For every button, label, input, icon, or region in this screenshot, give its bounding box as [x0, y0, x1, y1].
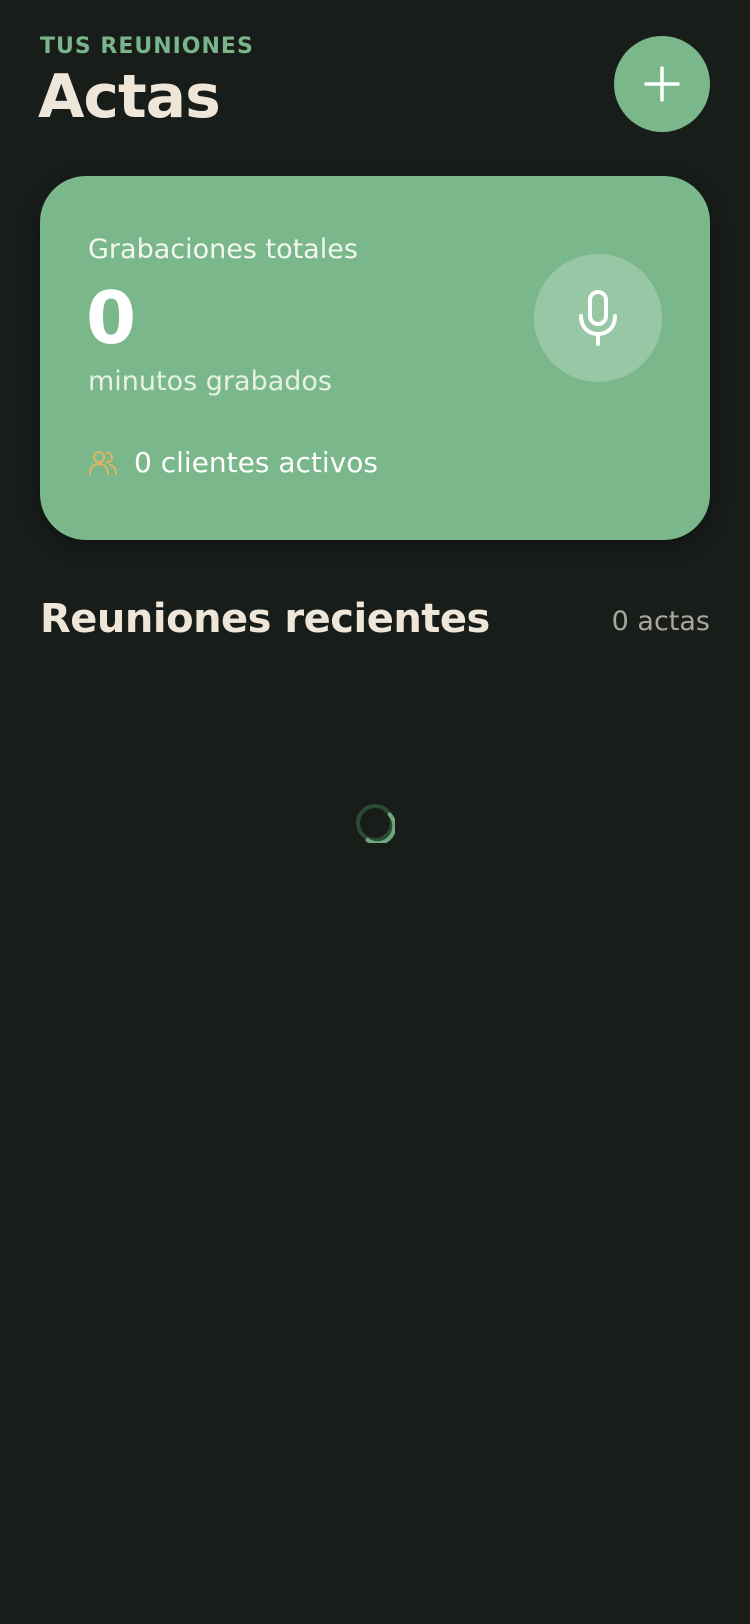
- actas-screen: TUS REUNIONES Actas Grabaciones totales …: [0, 0, 750, 1624]
- users-icon: [89, 450, 117, 475]
- active-clients-row: 0 clientes activos: [88, 446, 378, 479]
- microphone-icon: [579, 290, 617, 346]
- meetings-count: 0 actas: [611, 606, 710, 637]
- active-clients-text: 0 clientes activos: [134, 446, 378, 479]
- record-button[interactable]: [534, 254, 662, 382]
- add-meeting-button[interactable]: [614, 36, 710, 132]
- recorded-minutes-label: minutos grabados: [88, 366, 332, 397]
- recordings-stats-card: Grabaciones totales 0 minutos grabados 0…: [40, 176, 710, 540]
- plus-icon: [644, 66, 680, 102]
- total-recordings-value: 0: [86, 276, 137, 360]
- page-eyebrow: TUS REUNIONES: [40, 34, 254, 59]
- page-title: Actas: [38, 62, 221, 132]
- total-recordings-label: Grabaciones totales: [88, 234, 358, 265]
- loading-spinner-icon: [356, 804, 395, 843]
- recent-meetings-title: Reuniones recientes: [40, 596, 490, 642]
